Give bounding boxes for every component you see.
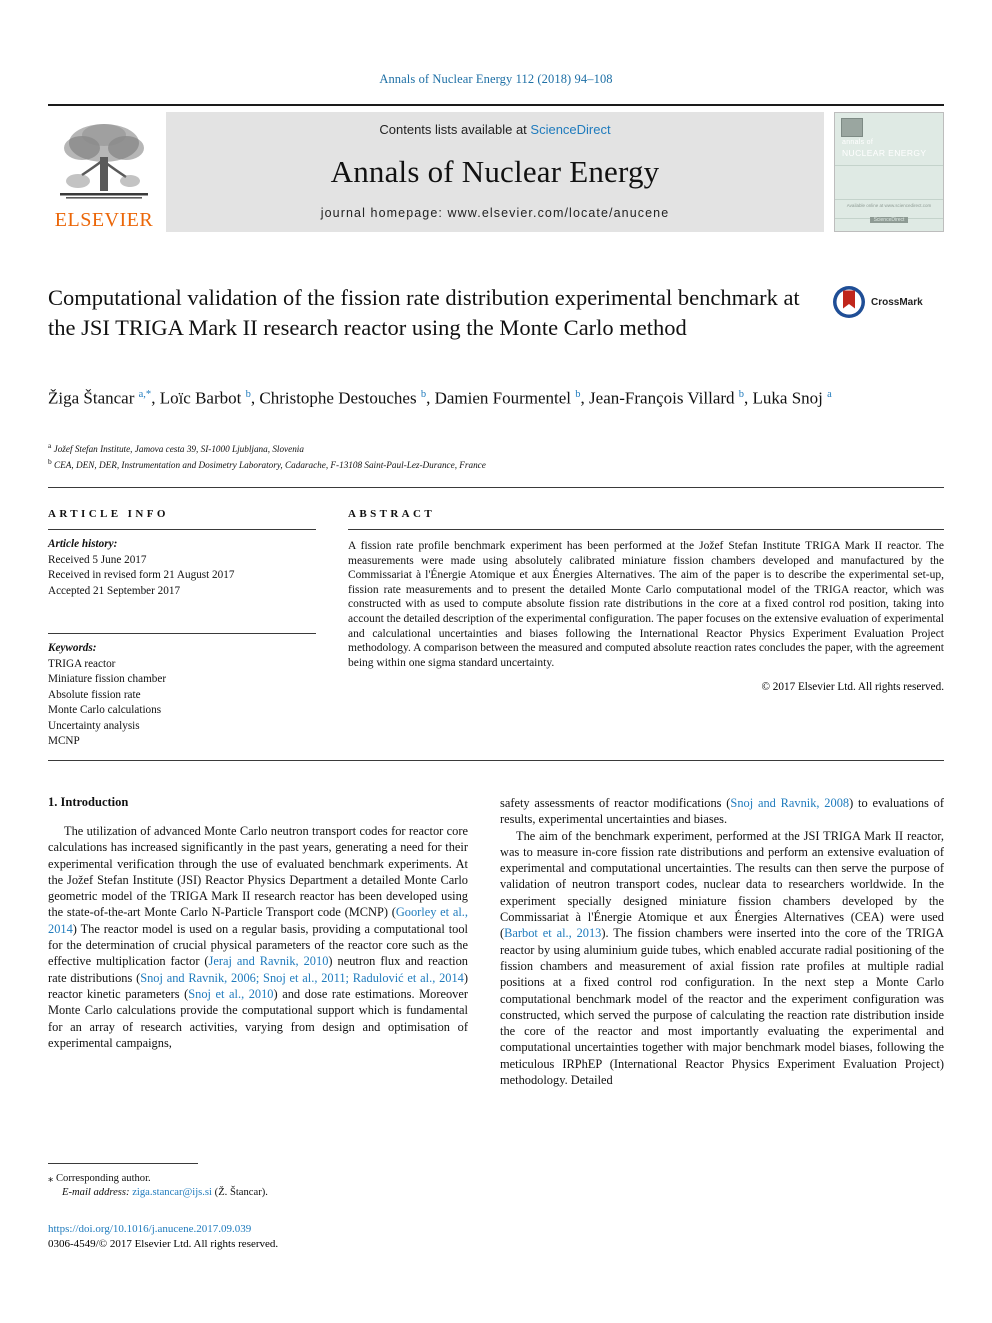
abstract-copyright: © 2017 Elsevier Ltd. All rights reserved… bbox=[761, 681, 945, 694]
email-suffix: (Ž. Štancar). bbox=[214, 1187, 268, 1198]
article-history-label: Article history: bbox=[48, 538, 118, 550]
cover-title-line2: NUCLEAR ENERGY bbox=[842, 148, 927, 158]
elsevier-wordmark: ELSEVIER bbox=[54, 209, 154, 231]
keyword-item: MCNP bbox=[48, 735, 80, 747]
crossmark-badge[interactable]: CrossMark bbox=[832, 285, 944, 319]
abstract-heading: ABSTRACT bbox=[348, 508, 436, 520]
author-list: Žiga Štancar a,*, Loïc Barbot b, Christo… bbox=[48, 388, 832, 408]
introduction-paragraph-right-2: The aim of the benchmark experiment, per… bbox=[500, 828, 944, 1088]
cover-title-line1: annals of bbox=[842, 139, 874, 146]
cover-mini-image bbox=[841, 118, 863, 137]
keyword-item: Monte Carlo calculations bbox=[48, 704, 162, 716]
history-item: Received 5 June 2017 bbox=[48, 553, 147, 566]
keyword-item: Absolute fission rate bbox=[48, 688, 141, 701]
corresponding-author-line: ⁎ Corresponding author. bbox=[48, 1172, 468, 1186]
affiliation-a: a Jožef Stefan Institute, Jamova cesta 3… bbox=[48, 441, 304, 455]
keywords-block: Keywords: TRIGA reactor Miniature fissio… bbox=[48, 641, 316, 750]
journal-cover-thumbnail[interactable]: annals of NUCLEAR ENERGY Available onlin… bbox=[834, 112, 944, 232]
abstract-column: ABSTRACT A fission rate profile benchmar… bbox=[348, 508, 944, 693]
introduction-heading: 1. Introduction bbox=[48, 795, 129, 809]
footnote-rule bbox=[48, 1163, 198, 1164]
affiliation-a-text: Jožef Stefan Institute, Jamova cesta 39,… bbox=[53, 444, 304, 455]
history-item: Received in revised form 21 August 2017 bbox=[48, 569, 235, 581]
article-history-block: Article history: Received 5 June 2017 Re… bbox=[48, 537, 316, 599]
introduction-paragraph-right-1: safety assessments of reactor modificati… bbox=[500, 796, 944, 827]
contents-line: Contents lists available at ScienceDirec… bbox=[379, 122, 610, 137]
doi-link[interactable]: https://doi.org/10.1016/j.anucene.2017.0… bbox=[48, 1222, 468, 1237]
body-column-left: 1. Introduction The utilization of advan… bbox=[48, 795, 468, 1051]
sciencedirect-link[interactable]: ScienceDirect bbox=[530, 122, 610, 137]
article-info-column: ARTICLE INFO Article history: Received 5… bbox=[48, 508, 316, 750]
paper-title: Computational validation of the fission … bbox=[48, 285, 800, 340]
affiliation-b: b CEA, DEN, DER, Instrumentation and Dos… bbox=[48, 456, 486, 470]
keywords-label: Keywords: bbox=[48, 642, 97, 654]
title-area: Computational validation of the fission … bbox=[48, 283, 808, 343]
elsevier-logo: ELSEVIER bbox=[48, 112, 160, 232]
email-line: E-mail address: ziga.stancar@ijs.si (Ž. … bbox=[48, 1186, 468, 1200]
cover-footer-sciencedirect: ScienceDirect bbox=[869, 217, 909, 223]
keyword-item: Miniature fission chamber bbox=[48, 673, 167, 685]
crossmark-icon bbox=[833, 286, 865, 318]
masthead-center: Contents lists available at ScienceDirec… bbox=[166, 112, 824, 232]
email-link[interactable]: ziga.stancar@ijs.si bbox=[132, 1187, 212, 1198]
journal-masthead: ELSEVIER Contents lists available at Sci… bbox=[48, 104, 944, 234]
keywords-rule bbox=[48, 633, 316, 634]
crossmark-label: CrossMark bbox=[871, 296, 923, 308]
introduction-paragraph-left: The utilization of advanced Monte Carlo … bbox=[48, 824, 468, 1050]
journal-name: Annals of Nuclear Energy bbox=[330, 153, 660, 189]
abstract-rule bbox=[348, 529, 944, 530]
history-item: Accepted 21 September 2017 bbox=[48, 584, 181, 597]
doi-block: https://doi.org/10.1016/j.anucene.2017.0… bbox=[48, 1222, 468, 1251]
cover-footer: Available online at www.sciencedirect.co… bbox=[835, 199, 943, 223]
journal-homepage-link[interactable]: journal homepage: www.elsevier.com/locat… bbox=[321, 206, 670, 220]
keyword-item: Uncertainty analysis bbox=[48, 719, 140, 732]
abstract-text: A fission rate profile benchmark experim… bbox=[348, 540, 944, 669]
running-head: Annals of Nuclear Energy 112 (2018) 94–1… bbox=[379, 72, 613, 86]
affiliation-b-text: CEA, DEN, DER, Instrumentation and Dosim… bbox=[54, 459, 486, 470]
body-column-right: safety assessments of reactor modificati… bbox=[500, 795, 944, 1088]
cover-footer-availability: Available online at www.sciencedirect.co… bbox=[846, 203, 932, 208]
contents-prefix: Contents lists available at bbox=[379, 122, 531, 137]
abstract-bottom-rule bbox=[48, 760, 944, 761]
corresponding-author-label: Corresponding author. bbox=[55, 1173, 151, 1184]
affiliation-list: a Jožef Stefan Institute, Jamova cesta 3… bbox=[48, 440, 948, 471]
article-info-heading: ARTICLE INFO bbox=[48, 508, 169, 520]
elsevier-tree-icon bbox=[60, 124, 148, 199]
corresponding-marker: ⁎ bbox=[48, 1173, 54, 1184]
article-info-rule bbox=[48, 529, 316, 530]
info-top-rule bbox=[48, 487, 944, 488]
keyword-item: TRIGA reactor bbox=[48, 657, 116, 670]
email-label: E-mail address: bbox=[62, 1187, 130, 1198]
issn-copyright-line: 0306-4549/© 2017 Elsevier Ltd. All right… bbox=[48, 1237, 279, 1250]
paper-page: Annals of Nuclear Energy 112 (2018) 94–1… bbox=[0, 0, 992, 1323]
footnote-block: ⁎ Corresponding author. E-mail address: … bbox=[48, 1172, 468, 1200]
